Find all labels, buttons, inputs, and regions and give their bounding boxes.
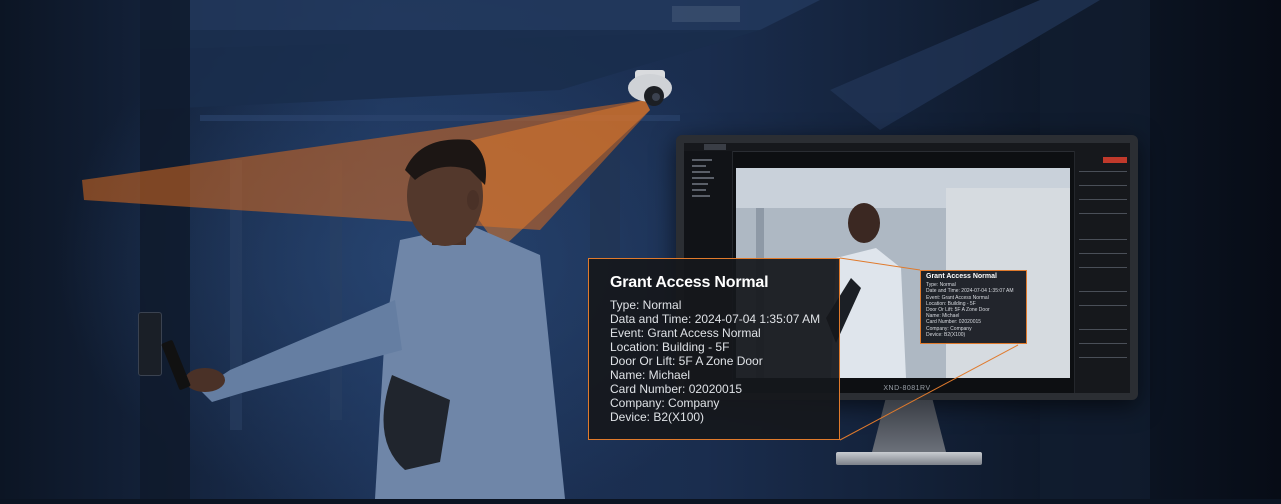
vms-tab-bar — [684, 143, 1130, 152]
mini-popup-line: Device: B2(X100) — [926, 331, 966, 338]
vms-event-panel — [1074, 151, 1130, 393]
tree-item[interactable] — [692, 189, 706, 191]
mini-popup-line: Date and Time: 2024-07-04 1:35:07 AM — [926, 288, 1014, 295]
popup-name: Name: Michael — [610, 368, 691, 382]
event-entry[interactable] — [1079, 343, 1127, 344]
event-entry[interactable] — [1079, 357, 1127, 358]
tree-item[interactable] — [692, 171, 710, 173]
smartphone-icon — [161, 340, 191, 390]
tree-item[interactable] — [692, 195, 710, 197]
popup-location: Location: Building - 5F — [610, 340, 730, 354]
event-entry[interactable] — [1079, 267, 1127, 268]
event-entry[interactable] — [1079, 171, 1127, 172]
monitor-stand-base — [836, 452, 982, 465]
popup-event: Event: Grant Access Normal — [610, 326, 761, 340]
vms-tab[interactable] — [704, 144, 726, 150]
popup-card-number: Card Number: 02020015 — [610, 382, 743, 396]
event-entry[interactable] — [1079, 305, 1127, 306]
event-entry[interactable] — [1079, 253, 1127, 254]
mini-event-popup: Grant Access Normal Type: Normal Date an… — [920, 270, 1027, 344]
popup-device: Device: B2(X100) — [610, 410, 705, 424]
event-entry[interactable] — [1079, 291, 1127, 292]
popup-datetime: Data and Time: 2024-07-04 1:35:07 AM — [610, 312, 821, 326]
event-entry[interactable] — [1079, 239, 1127, 240]
popup-door: Door Or Lift: 5F A Zone Door — [610, 354, 763, 368]
tree-item[interactable] — [692, 159, 712, 161]
popup-company: Company: Company — [610, 396, 720, 410]
tree-item[interactable] — [692, 165, 706, 167]
event-entry[interactable] — [1079, 329, 1127, 330]
alarm-indicator[interactable] — [1103, 157, 1127, 163]
popup-type: Type: Normal — [610, 298, 682, 312]
tree-item[interactable] — [692, 183, 708, 185]
tree-item[interactable] — [692, 177, 714, 179]
mini-popup-title: Grant Access Normal — [926, 273, 997, 280]
event-entry[interactable] — [1079, 185, 1127, 186]
event-entry[interactable] — [1079, 199, 1127, 200]
access-event-popup: Grant Access Normal Type: Normal Data an… — [588, 258, 840, 440]
event-entry[interactable] — [1079, 213, 1127, 214]
popup-title: Grant Access Normal — [610, 274, 769, 291]
